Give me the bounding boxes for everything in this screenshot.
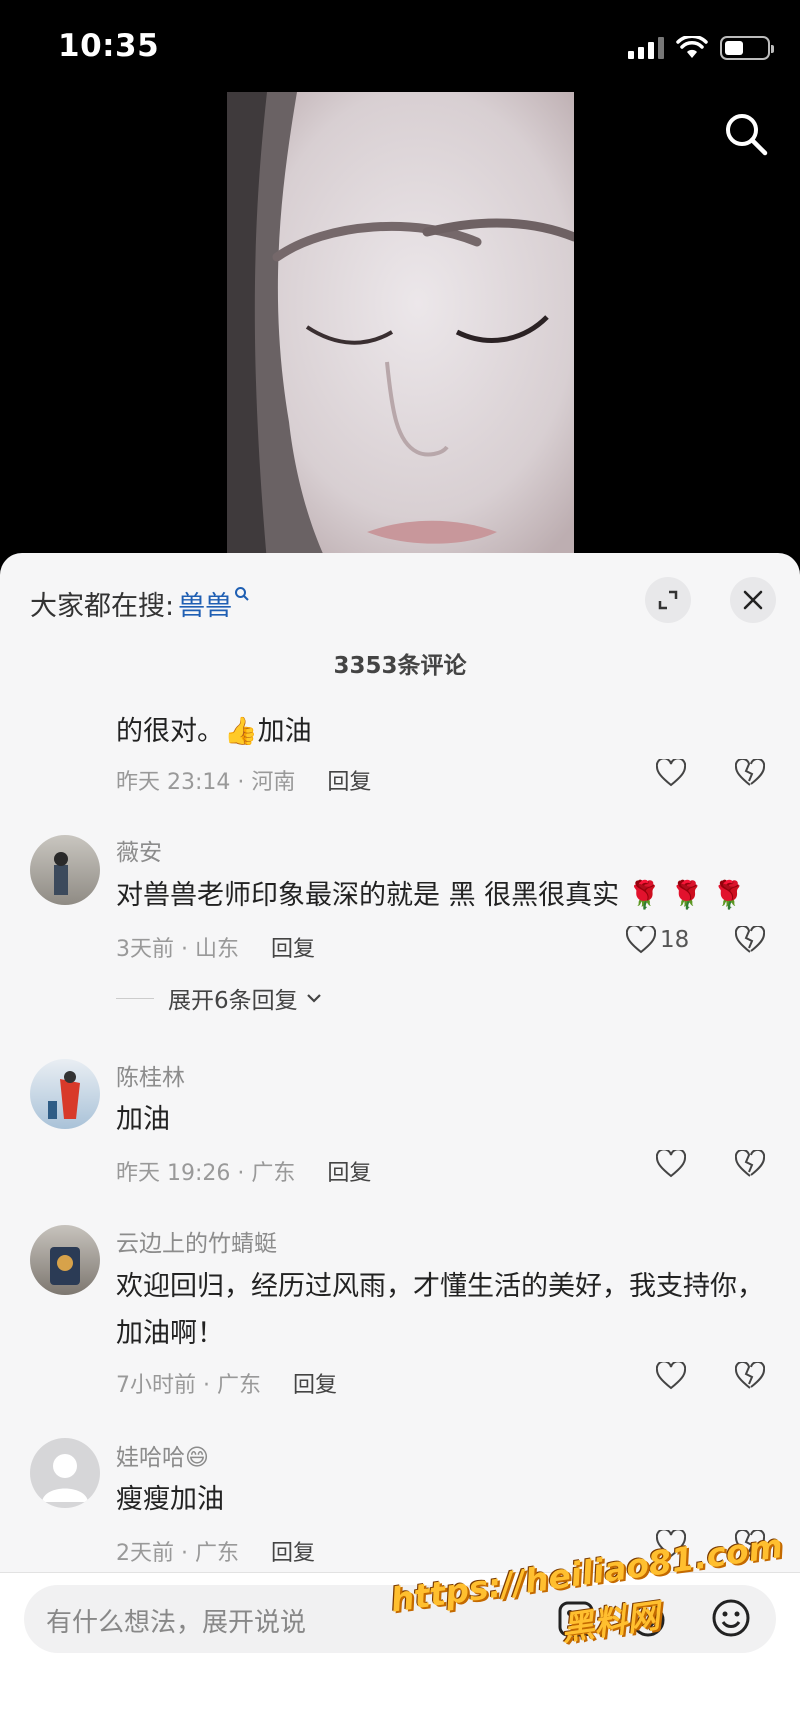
reply-button[interactable]: 回复 <box>327 1155 371 1187</box>
comment-username[interactable]: 薇安 <box>116 833 162 867</box>
comment-meta: 2天前 · 广东 回复 <box>116 1535 315 1567</box>
avatar[interactable] <box>30 1438 100 1508</box>
like-count: 18 <box>660 927 690 953</box>
comment-meta: 昨天 19:26 · 广东 回复 <box>116 1155 371 1187</box>
comment-meta: 3天前 · 山东 回复 <box>116 931 315 963</box>
dislike-icon[interactable] <box>735 1150 765 1178</box>
comment-text: 瘦瘦加油 <box>116 1484 224 1515</box>
video-preview[interactable] <box>227 92 574 562</box>
dislike-icon[interactable] <box>735 926 765 954</box>
search-icon[interactable] <box>722 110 770 158</box>
like-icon <box>626 926 656 954</box>
comment-time-location: 3天前 · 山东 <box>116 937 239 962</box>
cellular-signal-icon <box>628 37 664 59</box>
comment-input-placeholder: 有什么想法，展开说说 <box>46 1608 307 1638</box>
comment-text: 加油 <box>116 1104 170 1135</box>
chevron-down-icon <box>306 994 321 1003</box>
like-button[interactable]: 18 <box>626 926 689 954</box>
status-bar: 10:35 <box>0 0 800 90</box>
default-avatar-icon <box>42 1454 88 1502</box>
reply-button[interactable]: 回复 <box>271 1535 315 1567</box>
comment-username[interactable]: 娃哈哈😄 <box>116 1438 209 1472</box>
reply-button[interactable]: 回复 <box>327 764 371 796</box>
comment-text: 的很对。👍加油 <box>116 716 312 747</box>
expand-icon <box>658 590 678 610</box>
hot-search-label: 大家都在搜: <box>30 591 175 622</box>
status-icons <box>628 36 774 60</box>
avatar[interactable] <box>30 835 100 905</box>
hot-search-bar[interactable]: 大家都在搜: 兽兽 <box>30 584 250 623</box>
like-icon[interactable] <box>656 1362 686 1390</box>
comment-time-location: 昨天 23:14 · 河南 <box>116 770 296 795</box>
hot-search-keyword[interactable]: 兽兽 <box>178 584 232 623</box>
comment-count: 3353条评论 <box>333 653 467 679</box>
comment-meta: 昨天 23:14 · 河南 回复 <box>116 764 371 796</box>
battery-icon <box>720 36 774 60</box>
close-button[interactable] <box>730 577 776 623</box>
like-icon[interactable] <box>656 759 686 787</box>
comment-meta: 7小时前 · 广东 回复 <box>116 1367 337 1399</box>
comment-text: 对兽兽老师印象最深的就是 黑 很黑很真实 🌹 🌹 🌹 <box>116 880 746 911</box>
expand-button[interactable] <box>645 577 691 623</box>
avatar[interactable] <box>30 1059 100 1129</box>
comment-time-location: 7小时前 · 广东 <box>116 1373 261 1398</box>
like-icon[interactable] <box>656 1150 686 1178</box>
avatar[interactable] <box>30 1225 100 1295</box>
status-time: 10:35 <box>58 28 160 64</box>
dislike-icon[interactable] <box>735 759 765 787</box>
comment-username[interactable]: 云边上的竹蜻蜓 <box>116 1224 277 1258</box>
search-icon <box>235 586 249 601</box>
expand-replies-button[interactable]: 展开6条回复 <box>116 981 324 1015</box>
reply-button[interactable]: 回复 <box>271 931 315 963</box>
expand-replies-label: 展开6条回复 <box>168 988 298 1014</box>
comment-time-location: 昨天 19:26 · 广东 <box>116 1161 296 1186</box>
close-icon <box>743 590 763 610</box>
reply-button[interactable]: 回复 <box>293 1367 337 1399</box>
dislike-icon[interactable] <box>735 1362 765 1390</box>
comment-text: 欢迎回归，经历过风雨，才懂生活的美好，我支持你，加油啊！ <box>116 1271 764 1349</box>
video-frame-image <box>227 92 574 562</box>
comment-time-location: 2天前 · 广东 <box>116 1541 239 1566</box>
wifi-icon <box>676 36 708 58</box>
comment-username[interactable]: 陈桂林 <box>116 1058 185 1092</box>
